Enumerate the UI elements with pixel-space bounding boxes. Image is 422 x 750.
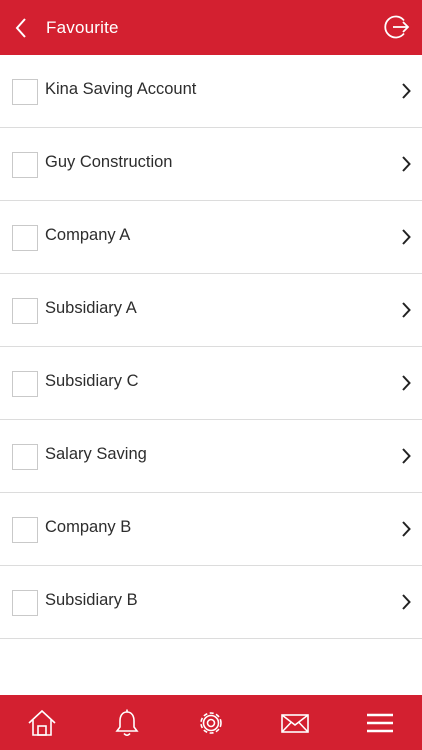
item-label: Salary Saving: [45, 445, 147, 463]
list-item[interactable]: Subsidiary A: [0, 274, 422, 347]
favourite-checkbox[interactable]: [12, 152, 38, 178]
chevron-left-icon: [15, 17, 26, 38]
envelope-icon: [281, 713, 310, 733]
list-item[interactable]: Subsidiary B: [0, 566, 422, 639]
item-label: Subsidiary A: [45, 299, 137, 317]
gear-icon: [200, 711, 222, 734]
item-label: Company B: [45, 518, 132, 536]
item-label: Guy Construction: [45, 153, 173, 171]
list-item[interactable]: Salary Saving: [0, 420, 422, 493]
chevron-right-icon: [402, 448, 411, 464]
favourite-checkbox[interactable]: [12, 517, 38, 543]
back-button[interactable]: [0, 0, 42, 55]
favourite-checkbox[interactable]: [12, 225, 38, 251]
item-label: Kina Saving Account: [45, 80, 197, 98]
top-bar: Favourite: [0, 0, 422, 55]
nav-home-button[interactable]: [12, 695, 72, 750]
favourite-checkbox[interactable]: [12, 79, 38, 105]
favourite-checkbox[interactable]: [12, 371, 38, 397]
item-label: Subsidiary C: [45, 372, 139, 390]
favourite-checkbox[interactable]: [12, 444, 38, 470]
list-item[interactable]: Guy Construction: [0, 128, 422, 201]
logout-icon: [384, 15, 410, 39]
page-title: Favourite: [46, 17, 119, 37]
nav-notifications-button[interactable]: [97, 695, 157, 750]
chevron-right-icon: [402, 594, 411, 610]
item-label: Subsidiary B: [45, 591, 138, 609]
favourite-checkbox[interactable]: [12, 298, 38, 324]
app-screen: Favourite Kina Saving Account Guy Constr…: [0, 0, 422, 750]
chevron-right-icon: [402, 521, 411, 537]
nav-messages-button[interactable]: [265, 695, 325, 750]
list-item[interactable]: Company A: [0, 201, 422, 274]
favourites-list: Kina Saving Account Guy Construction Com…: [0, 55, 422, 639]
home-icon: [28, 709, 56, 736]
nav-menu-button[interactable]: [350, 695, 410, 750]
nav-settings-button[interactable]: [181, 695, 241, 750]
logout-button[interactable]: [382, 12, 412, 42]
chevron-right-icon: [402, 83, 411, 99]
bell-icon: [114, 709, 139, 736]
list-item[interactable]: Subsidiary C: [0, 347, 422, 420]
chevron-right-icon: [402, 229, 411, 245]
menu-icon: [366, 713, 393, 732]
favourite-checkbox[interactable]: [12, 590, 38, 616]
chevron-right-icon: [402, 156, 411, 172]
chevron-right-icon: [402, 375, 411, 391]
bottom-nav: [0, 695, 422, 750]
list-item[interactable]: Company B: [0, 493, 422, 566]
chevron-right-icon: [402, 302, 411, 318]
list-item[interactable]: Kina Saving Account: [0, 55, 422, 128]
item-label: Company A: [45, 226, 131, 244]
